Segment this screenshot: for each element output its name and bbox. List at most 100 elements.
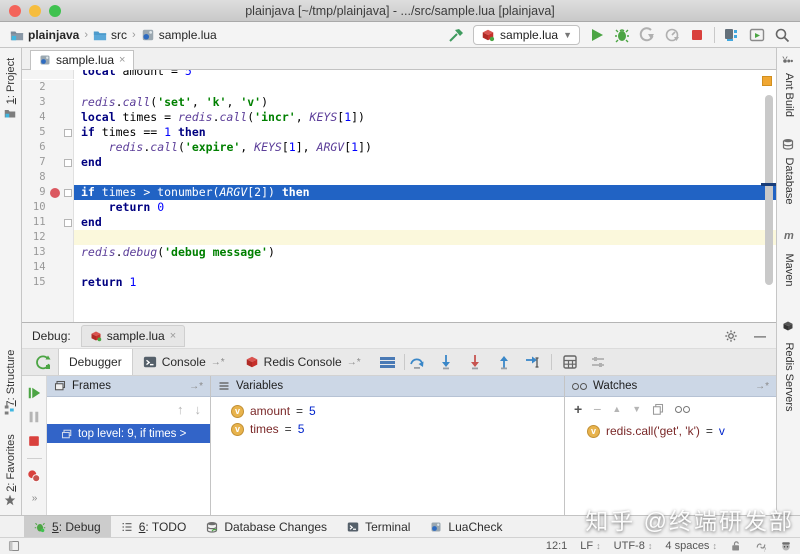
show-watches-icon[interactable]	[675, 405, 691, 413]
error-stripe-warning-marker[interactable]	[762, 76, 772, 86]
sidebar-item-maven[interactable]: m Maven	[777, 230, 800, 300]
editor-tab-sample-lua[interactable]: sample.lua ×	[30, 50, 135, 70]
toolwindow-todo[interactable]: 6: TODO	[111, 516, 197, 537]
inspections-profile-icon[interactable]: ?	[755, 540, 767, 552]
stop-button[interactable]	[689, 27, 705, 43]
settings-gear-icon[interactable]	[724, 329, 738, 343]
step-out-icon[interactable]	[496, 354, 512, 370]
sidebar-item-project[interactable]: 1: Project	[0, 53, 21, 119]
move-watch-up-button[interactable]: ▲	[612, 404, 621, 414]
hide-tool-window-icon[interactable]: —	[754, 329, 766, 343]
step-over-icon[interactable]	[409, 354, 425, 370]
line-number: 10	[32, 201, 46, 213]
encoding-select[interactable]: UTF-8 ↕	[614, 540, 653, 552]
fold-marker[interactable]	[62, 215, 73, 230]
fold-marker[interactable]	[62, 155, 73, 170]
search-icon[interactable]	[774, 27, 790, 43]
frame-down-icon[interactable]: ↓	[195, 402, 202, 417]
sidebar-item-redis-servers[interactable]: Redis Servers	[777, 320, 800, 422]
frame-up-icon[interactable]: ↑	[177, 402, 184, 417]
toolwindow-luacheck[interactable]: LuaCheck	[420, 516, 512, 537]
tab-redis-console[interactable]: Redis Console →*	[235, 349, 371, 375]
copy-icon[interactable]	[652, 403, 664, 415]
debug-button[interactable]	[614, 27, 630, 43]
code-line[interactable]: 3 redis.call('set', 'k', 'v')	[22, 95, 776, 110]
code-line[interactable]: 15 return 1	[22, 275, 776, 290]
code-line[interactable]: 14	[22, 260, 776, 275]
code-line[interactable]: 4 local times = redis.call('incr', KEYS[1…	[22, 110, 776, 125]
code-line[interactable]: 11 end	[22, 215, 776, 230]
caret-position[interactable]: 12:1	[546, 540, 567, 552]
close-window-button[interactable]	[9, 5, 21, 17]
editor-scrollbar[interactable]	[765, 95, 773, 285]
pin-icon[interactable]: →*	[211, 357, 225, 368]
step-into-icon[interactable]	[438, 354, 454, 370]
breakpoint-icon[interactable]	[46, 185, 63, 200]
hector-inspector-icon[interactable]	[780, 540, 792, 552]
toolwindow-debug[interactable]: 5: Debug	[24, 516, 111, 537]
remove-watch-button[interactable]: −	[593, 401, 601, 417]
line-ending-select[interactable]: LF ↕	[580, 540, 600, 552]
build-hammer-icon[interactable]	[448, 27, 464, 43]
fold-marker[interactable]	[62, 185, 73, 200]
stop-icon[interactable]	[27, 434, 41, 448]
pause-icon[interactable]	[27, 410, 41, 424]
frame-row-selected[interactable]: top level: 9, if times >	[47, 424, 210, 443]
fold-marker[interactable]	[62, 125, 73, 140]
restore-layout-icon[interactable]	[590, 354, 606, 370]
minimize-window-button[interactable]	[29, 5, 41, 17]
code-line[interactable]: 5 if times == 1 then	[22, 125, 776, 140]
pin-icon[interactable]: →*	[347, 357, 361, 368]
close-icon[interactable]: ×	[170, 330, 176, 342]
close-tab-icon[interactable]: ×	[119, 54, 125, 66]
breadcrumb-src[interactable]: src	[93, 28, 127, 42]
run-to-cursor-icon[interactable]	[525, 354, 541, 370]
profiler-button[interactable]	[664, 27, 680, 43]
view-breakpoints-icon[interactable]	[27, 469, 41, 483]
run-with-coverage-button[interactable]	[639, 26, 655, 43]
watch-row[interactable]: v redis.call('get', 'k') = v	[587, 424, 776, 438]
toolwindow-terminal[interactable]: Terminal	[337, 516, 420, 537]
tab-debugger[interactable]: Debugger	[58, 349, 133, 375]
variable-row[interactable]: v amount = 5	[231, 404, 564, 418]
zoom-window-button[interactable]	[49, 5, 61, 17]
indent-select[interactable]: 4 spaces ↕	[665, 540, 717, 552]
more-actions-icon[interactable]: »	[32, 493, 37, 504]
pin-icon[interactable]: →*	[189, 381, 203, 392]
toggle-toolwindows-icon[interactable]	[8, 540, 20, 552]
run-tool-window-icon[interactable]	[749, 27, 765, 43]
toolwindow-database-changes[interactable]: Database Changes	[196, 516, 337, 537]
error-stripe-execution-marker[interactable]	[761, 183, 776, 186]
code-line[interactable]: 9 if times > tonumber(ARGV[2]) then	[22, 185, 776, 200]
pin-icon[interactable]: →*	[755, 381, 769, 392]
sidebar-item-favorites[interactable]: 2: Favorites	[0, 430, 21, 506]
code-line[interactable]: 2	[22, 80, 776, 95]
run-configuration-select[interactable]: sample.lua ▼	[473, 24, 580, 45]
lock-icon[interactable]	[730, 540, 742, 552]
run-button[interactable]	[589, 27, 605, 43]
add-watch-button[interactable]: +	[574, 401, 582, 417]
breadcrumb-project[interactable]: plainjava	[10, 28, 79, 42]
rerun-icon[interactable]	[35, 354, 51, 370]
code-line[interactable]: 7 end	[22, 155, 776, 170]
variable-row[interactable]: v times = 5	[231, 422, 564, 436]
code-line[interactable]: 12	[22, 230, 776, 245]
code-line[interactable]: 10 return 0	[22, 200, 776, 215]
code-line[interactable]: 13 redis.debug('debug message')	[22, 245, 776, 260]
code-line[interactable]: 6 redis.call('expire', KEYS[1], ARGV[1])	[22, 140, 776, 155]
code-line[interactable]: 8	[22, 170, 776, 185]
debug-session-tab[interactable]: sample.lua ×	[80, 325, 186, 347]
evaluate-expression-icon[interactable]	[562, 354, 578, 370]
code-editor[interactable]: local amount = 5 2 3 redis.call('set', 'k'…	[22, 70, 776, 322]
move-watch-down-button[interactable]: ▼	[632, 404, 641, 414]
tab-console[interactable]: Console →*	[133, 349, 235, 375]
layout-menu-icon[interactable]	[379, 356, 395, 368]
sidebar-item-ant-build[interactable]: Ant Build	[777, 55, 800, 127]
breadcrumb-file[interactable]: sample.lua	[141, 28, 217, 42]
resume-icon[interactable]	[27, 386, 41, 400]
breadcrumb-separator: ›	[84, 28, 89, 41]
force-step-into-icon[interactable]	[467, 354, 483, 370]
project-structure-icon[interactable]	[724, 27, 740, 43]
sidebar-item-database[interactable]: Database	[777, 138, 800, 214]
sidebar-item-structure[interactable]: 7: Structure	[0, 348, 21, 416]
